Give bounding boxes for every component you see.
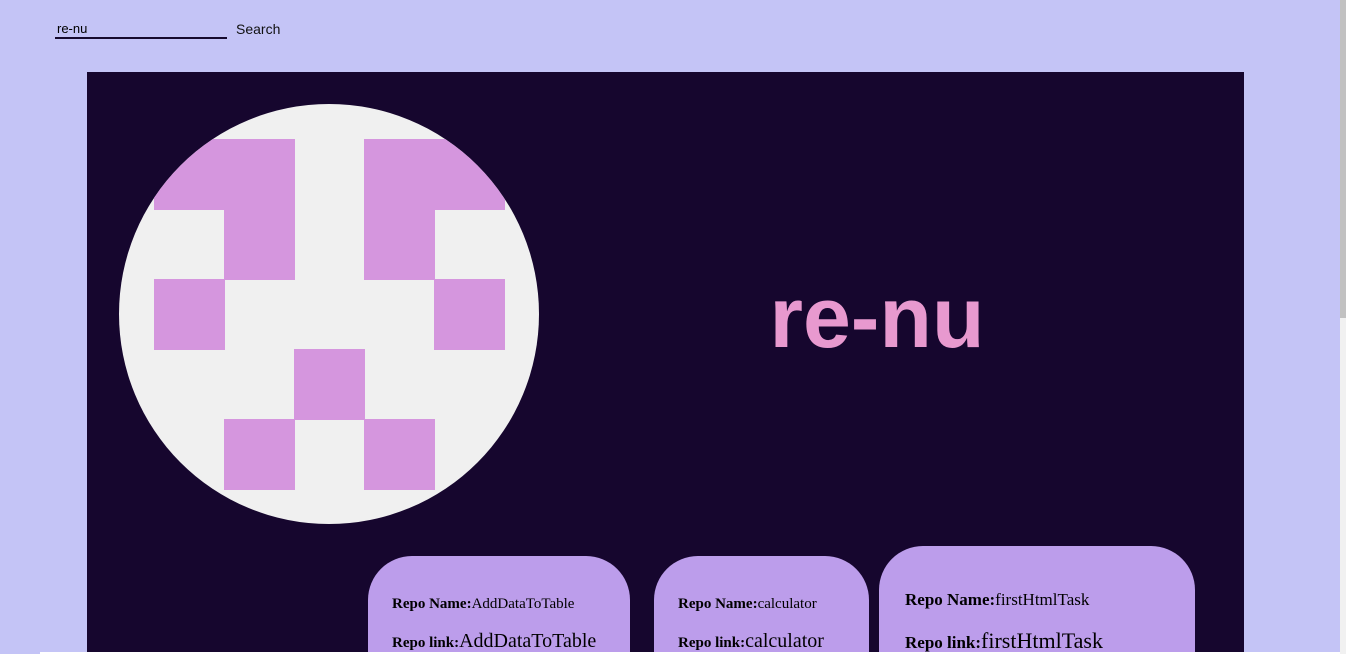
repo-name-value: calculator (757, 596, 817, 612)
avatar-cell (224, 419, 295, 490)
repo-link-label: Repo link: (678, 635, 746, 651)
repo-link-label: Repo link: (905, 633, 982, 652)
repo-card: Repo Name:calculator Repo link:calculato… (654, 556, 869, 654)
vertical-scrollbar[interactable] (1340, 0, 1346, 654)
avatar-cell (364, 209, 435, 280)
avatar-cell (224, 139, 295, 210)
avatar-cell (224, 209, 295, 280)
repo-link[interactable]: AddDataToTable (459, 630, 596, 652)
search-bar: Search (55, 19, 280, 39)
avatar-cell (434, 139, 505, 210)
repo-link[interactable]: calculator (745, 630, 824, 652)
avatar-cell (364, 139, 435, 210)
avatar-cell (364, 419, 435, 490)
profile-panel: re-nu Repo Name:AddDataToTable Repo link… (87, 72, 1244, 654)
repo-name-line: Repo Name:calculator (678, 596, 817, 613)
username-heading: re-nu (769, 270, 985, 366)
search-input[interactable] (55, 19, 227, 39)
scrollbar-thumb[interactable] (1340, 0, 1346, 318)
avatar-cell (434, 279, 505, 350)
avatar-cell (154, 279, 225, 350)
repo-link-line: Repo link:AddDataToTable (392, 630, 596, 653)
avatar-cell (154, 139, 225, 210)
repo-link-line: Repo link:calculator (678, 630, 824, 653)
repo-card: Repo Name:firstHtmlTask Repo link:firstH… (879, 546, 1195, 654)
repo-name-label: Repo Name: (905, 590, 996, 609)
repo-name-line: Repo Name:AddDataToTable (392, 596, 574, 613)
repo-name-label: Repo Name: (678, 596, 758, 612)
repo-name-line: Repo Name:firstHtmlTask (905, 590, 1089, 610)
repo-name-value: AddDataToTable (471, 596, 575, 612)
avatar-cell (294, 349, 365, 420)
repo-name-value: firstHtmlTask (995, 590, 1090, 609)
search-button[interactable]: Search (236, 19, 280, 39)
repo-card: Repo Name:AddDataToTable Repo link:AddDa… (368, 556, 630, 654)
repo-name-label: Repo Name: (392, 596, 472, 612)
repo-link-label: Repo link: (392, 635, 460, 651)
repo-link-line: Repo link:firstHtmlTask (905, 628, 1103, 654)
identicon-avatar-icon (119, 104, 539, 524)
repo-link[interactable]: firstHtmlTask (981, 628, 1103, 653)
